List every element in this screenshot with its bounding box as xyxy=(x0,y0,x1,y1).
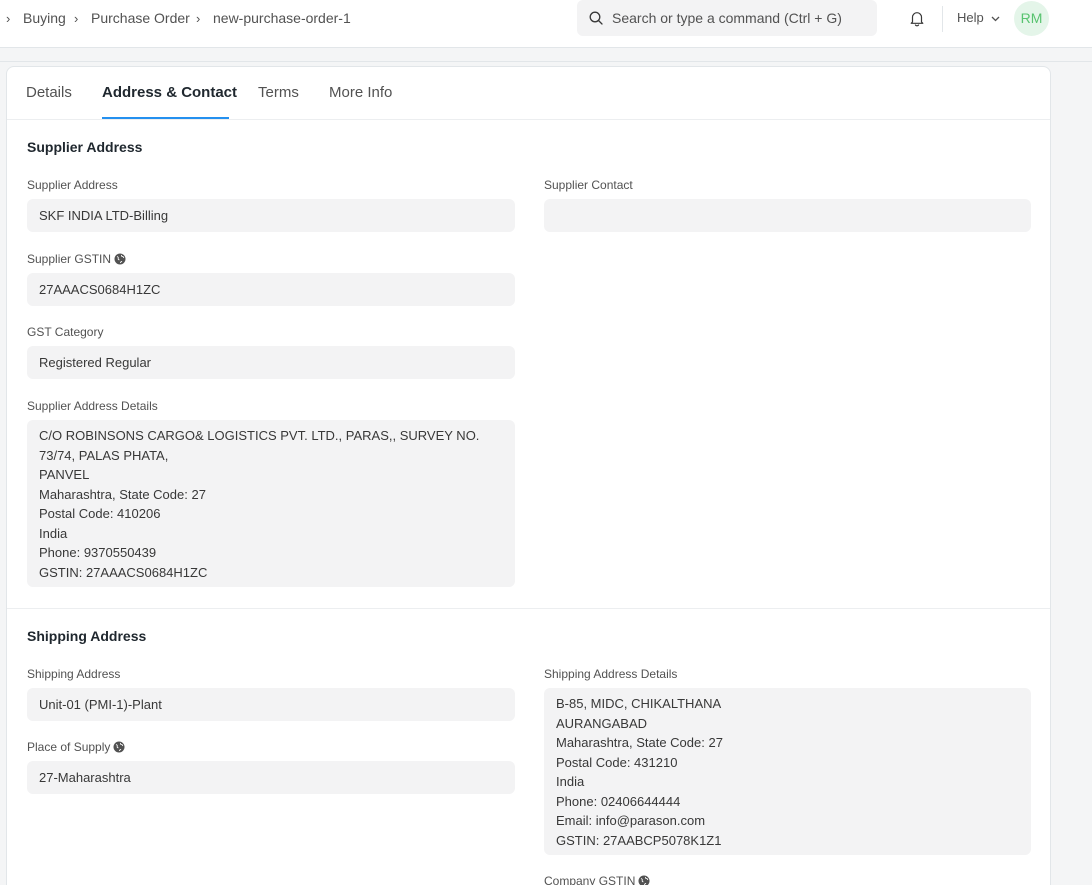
chevron-down-icon xyxy=(991,16,1000,21)
form-card: Details Address & Contact Terms More Inf… xyxy=(6,66,1051,885)
place-of-supply-label-text: Place of Supply xyxy=(27,740,111,754)
gst-category-label: GST Category xyxy=(27,325,104,339)
gst-category-field[interactable]: Registered Regular xyxy=(27,346,515,379)
shipping-address-details-label: Shipping Address Details xyxy=(544,667,678,681)
supplier-gstin-label-text: Supplier GSTIN xyxy=(27,252,112,266)
tab-terms[interactable]: Terms xyxy=(258,84,299,101)
form-tabs: Details Address & Contact Terms More Inf… xyxy=(7,67,1050,120)
supplier-address-label: Supplier Address xyxy=(27,178,118,192)
company-gstin-label-text: Company GSTIN xyxy=(544,874,636,885)
navbar-divider xyxy=(942,6,943,32)
place-of-supply-field[interactable]: 27-Maharashtra xyxy=(27,761,515,794)
chevron-right-icon: › xyxy=(74,11,79,26)
globe-icon xyxy=(114,253,126,265)
supplier-address-details-label: Supplier Address Details xyxy=(27,399,158,413)
shipping-address-field[interactable]: Unit-01 (PMI-1)-Plant xyxy=(27,688,515,721)
place-of-supply-label: Place of Supply xyxy=(27,740,125,754)
supplier-section-title[interactable]: Supplier Address xyxy=(27,139,142,155)
search-icon xyxy=(589,11,603,25)
globe-icon xyxy=(113,741,125,753)
section-divider xyxy=(7,608,1050,609)
active-tab-indicator xyxy=(102,117,229,119)
chevron-right-icon: › xyxy=(196,11,201,26)
user-avatar[interactable]: RM xyxy=(1014,1,1049,36)
search-placeholder: Search or type a command (Ctrl + G) xyxy=(612,10,842,26)
help-label: Help xyxy=(957,10,984,25)
help-dropdown[interactable]: Help xyxy=(957,10,1000,25)
tab-details[interactable]: Details xyxy=(26,84,72,101)
breadcrumb-buying[interactable]: Buying xyxy=(23,9,66,27)
company-gstin-label: Company GSTIN xyxy=(544,874,650,885)
supplier-address-details-field[interactable]: C/O ROBINSONS CARGO& LOGISTICS PVT. LTD.… xyxy=(27,420,515,587)
supplier-gstin-label: Supplier GSTIN xyxy=(27,252,126,266)
notification-bell-icon[interactable] xyxy=(908,9,926,27)
supplier-address-field[interactable]: SKF INDIA LTD-Billing xyxy=(27,199,515,232)
page-head-divider xyxy=(0,61,1092,62)
tab-address-contact[interactable]: Address & Contact xyxy=(102,84,237,101)
tab-more-info[interactable]: More Info xyxy=(329,84,392,101)
supplier-contact-field[interactable] xyxy=(544,199,1031,232)
breadcrumb-purchase-order[interactable]: Purchase Order xyxy=(91,9,190,27)
supplier-gstin-field[interactable]: 27AAACS0684H1ZC xyxy=(27,273,515,306)
search-input[interactable]: Search or type a command (Ctrl + G) xyxy=(577,0,877,36)
breadcrumb-current-document[interactable]: new-purchase-order-1 xyxy=(213,9,351,27)
top-navbar: › Buying › Purchase Order › new-purchase… xyxy=(0,0,1092,48)
shipping-section-title[interactable]: Shipping Address xyxy=(27,628,146,644)
supplier-contact-label: Supplier Contact xyxy=(544,178,633,192)
globe-icon xyxy=(638,875,650,885)
shipping-address-details-field[interactable]: B-85, MIDC, CHIKALTHANA AURANGABAD Mahar… xyxy=(544,688,1031,855)
shipping-address-label: Shipping Address xyxy=(27,667,121,681)
chevron-right-icon: › xyxy=(6,11,11,26)
